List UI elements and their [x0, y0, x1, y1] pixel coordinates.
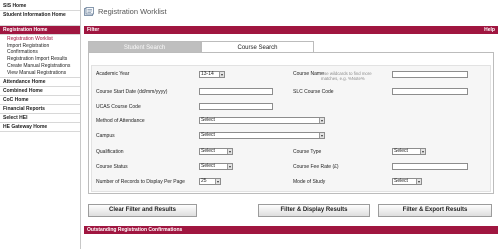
- slc-course-code-input[interactable]: [392, 88, 468, 95]
- mode-of-study-label: Mode of Study: [293, 179, 326, 185]
- chevron-down-icon: [420, 149, 425, 154]
- qualification-label: Qualification: [96, 149, 124, 155]
- course-start-date-label: Course Start Date (dd/mm/yyyy): [96, 89, 168, 95]
- chevron-down-icon: [215, 179, 220, 184]
- worklist-icon: [84, 6, 94, 16]
- chevron-down-icon: [219, 72, 224, 77]
- filter-actions: Clear Filter and Results Filter & Displa…: [88, 204, 494, 217]
- course-fee-rate-label: Course Fee Rate (£): [293, 164, 339, 170]
- clear-filter-button[interactable]: Clear Filter and Results: [88, 204, 197, 217]
- filter-title: Filter: [87, 27, 100, 33]
- chevron-down-icon: [319, 118, 324, 123]
- sidebar-item-registration-home[interactable]: Registration Home: [0, 26, 80, 35]
- academic-year-value: 13-14: [201, 71, 214, 77]
- sidebar-item-select-hei[interactable]: Select HEI: [0, 114, 80, 123]
- course-type-value: Select: [394, 148, 408, 154]
- course-status-value: Select: [201, 163, 215, 169]
- sidebar-item-combined-home[interactable]: Combined Home: [0, 87, 80, 96]
- course-search-form: Academic Year 13-14 Course Name Use wild…: [91, 65, 491, 192]
- filter-display-button[interactable]: Filter & Display Results: [258, 204, 370, 217]
- campus-label: Campus: [96, 133, 115, 139]
- sidebar-item-he-gateway-home[interactable]: HE Gateway Home: [0, 123, 80, 132]
- course-name-input[interactable]: [392, 71, 468, 78]
- filter-export-button[interactable]: Filter & Export Results: [378, 204, 492, 217]
- course-start-date-input[interactable]: [199, 88, 273, 95]
- records-per-page-label: Number of Records to Display Per Page: [96, 179, 185, 185]
- sidebar-item-attendance-home[interactable]: Attendance Home: [0, 78, 80, 87]
- slc-course-code-label: SLC Course Code: [293, 89, 334, 95]
- sidebar-submenu: Registration Worklist Import Registratio…: [0, 35, 80, 78]
- page-header: Registration Worklist: [84, 4, 167, 18]
- course-name-label: Course Name: [293, 71, 324, 77]
- academic-year-select[interactable]: 13-14: [199, 71, 225, 78]
- course-fee-rate-input[interactable]: [392, 163, 468, 170]
- chevron-down-icon: [227, 164, 232, 169]
- course-type-label: Course Type: [293, 149, 322, 155]
- chevron-down-icon: [227, 149, 232, 154]
- sidebar-item-sis-home[interactable]: SIS Home: [0, 0, 80, 11]
- method-of-attendance-select[interactable]: Select: [199, 117, 325, 124]
- academic-year-label: Academic Year: [96, 71, 130, 77]
- qualification-value: Select: [201, 148, 215, 154]
- records-per-page-select[interactable]: 25: [199, 178, 221, 185]
- chevron-down-icon: [319, 133, 324, 138]
- sidebar-subitem-registration-worklist[interactable]: Registration Worklist: [0, 36, 80, 43]
- help-link[interactable]: Help: [484, 26, 495, 34]
- ucas-course-code-label: UCAS Course Code: [96, 104, 141, 110]
- sidebar: SIS Home Student Information Home Regist…: [0, 0, 81, 249]
- campus-value: Select: [201, 132, 215, 138]
- outstanding-confirmations-bar: Outstanding Registration Confirmations: [84, 226, 498, 234]
- sidebar-subitem-import-confirmations[interactable]: Import Registration Confirmations: [0, 43, 80, 56]
- ucas-course-code-input[interactable]: [199, 103, 273, 110]
- mode-of-study-select[interactable]: Select: [392, 178, 422, 185]
- sidebar-item-student-information-home[interactable]: Student Information Home: [0, 11, 80, 26]
- method-of-attendance-value: Select: [201, 117, 215, 123]
- sidebar-item-coc-home[interactable]: CoC Home: [0, 96, 80, 105]
- sidebar-item-financial-reports[interactable]: Financial Reports: [0, 105, 80, 114]
- sidebar-subitem-create-manual[interactable]: Create Manual Registrations: [0, 63, 80, 70]
- qualification-select[interactable]: Select: [199, 148, 233, 155]
- course-name-hint: Use wildcards to find more matches, e.g.…: [321, 71, 372, 81]
- campus-select[interactable]: Select: [199, 132, 325, 139]
- course-status-select[interactable]: Select: [199, 163, 233, 170]
- page-title: Registration Worklist: [98, 6, 167, 16]
- course-search-panel: Academic Year 13-14 Course Name Use wild…: [88, 52, 494, 194]
- mode-of-study-value: Select: [394, 178, 408, 184]
- main-content: Registration Worklist Filter Help Studen…: [84, 0, 498, 249]
- chevron-down-icon: [416, 179, 421, 184]
- sidebar-subitem-view-manual[interactable]: View Manual Registrations: [0, 70, 80, 77]
- course-name-label-text: Course Name: [293, 71, 324, 77]
- sidebar-subitem-import-results[interactable]: Registration Import Results: [0, 56, 80, 63]
- filter-bar: Filter Help: [84, 26, 498, 34]
- method-of-attendance-label: Method of Attendance: [96, 118, 145, 124]
- course-status-label: Course Status: [96, 164, 128, 170]
- course-type-select[interactable]: Select: [392, 148, 426, 155]
- records-per-page-value: 25: [201, 178, 207, 184]
